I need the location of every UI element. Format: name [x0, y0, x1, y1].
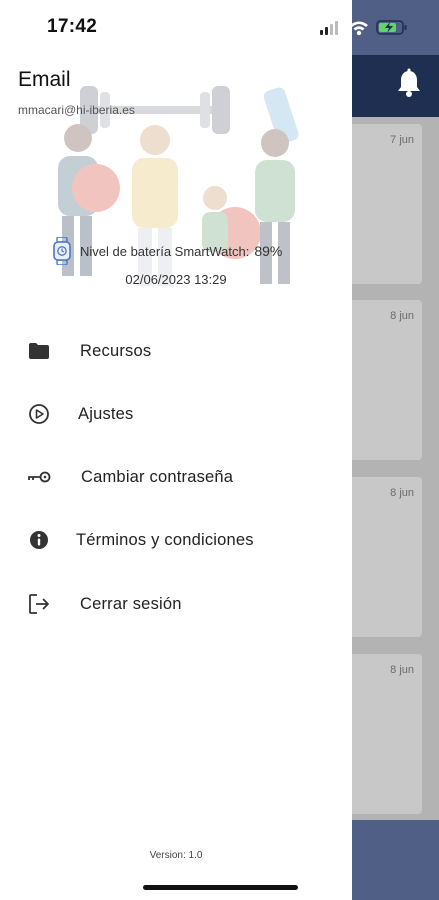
status-icons	[320, 20, 407, 36]
card-date: 7 jun	[390, 134, 414, 146]
menu-item-cerrar-sesion[interactable]: Cerrar sesión	[0, 574, 352, 634]
email-value: mmacari@hi-iberia.es	[18, 103, 135, 117]
menu-label: Recursos	[80, 341, 152, 360]
background-card[interactable]: 8 jun	[352, 300, 422, 460]
background-card[interactable]: 7 jun	[352, 124, 422, 284]
logout-icon	[27, 592, 51, 616]
wifi-icon	[350, 21, 368, 36]
menu-label: Términos y condiciones	[76, 530, 254, 549]
smartwatch-battery-row: Nivel de batería SmartWatch: 89%	[52, 237, 282, 265]
background-bottom-bar	[352, 820, 439, 900]
card-date: 8 jun	[390, 664, 414, 676]
menu-item-terminos[interactable]: Términos y condiciones	[0, 510, 352, 570]
menu-label: Cambiar contraseña	[81, 467, 234, 486]
email-title: Email	[18, 68, 71, 91]
notification-bell-icon[interactable]	[395, 68, 423, 98]
info-icon	[27, 528, 51, 552]
app-version: Version: 1.0	[149, 850, 203, 861]
settings-play-icon	[27, 402, 51, 426]
navigation-drawer: 17:42 Email mmacari@hi-iberia.es Nivel d…	[0, 0, 352, 900]
battery-label: Nivel de batería SmartWatch:	[80, 243, 250, 259]
menu-item-cambiar-contrasena[interactable]: Cambiar contraseña	[0, 447, 352, 507]
status-time: 17:42	[47, 16, 98, 37]
background-card[interactable]: 8 jun	[352, 477, 422, 637]
menu-label: Ajustes	[78, 404, 134, 423]
battery-charging-icon	[376, 20, 407, 35]
menu-item-recursos[interactable]: Recursos	[0, 321, 352, 381]
menu-item-ajustes[interactable]: Ajustes	[0, 384, 352, 444]
signal-icon	[320, 21, 338, 35]
folder-icon	[27, 339, 51, 363]
card-date: 8 jun	[390, 487, 414, 499]
key-icon	[27, 465, 51, 489]
background-card[interactable]: 8 jun	[352, 654, 422, 814]
menu-label: Cerrar sesión	[80, 594, 182, 613]
home-indicator[interactable]	[143, 885, 298, 890]
card-date: 8 jun	[390, 310, 414, 322]
battery-value: 89%	[254, 243, 283, 259]
smartwatch-icon	[53, 237, 71, 265]
battery-timestamp: 02/06/2023 13:29	[125, 272, 227, 287]
